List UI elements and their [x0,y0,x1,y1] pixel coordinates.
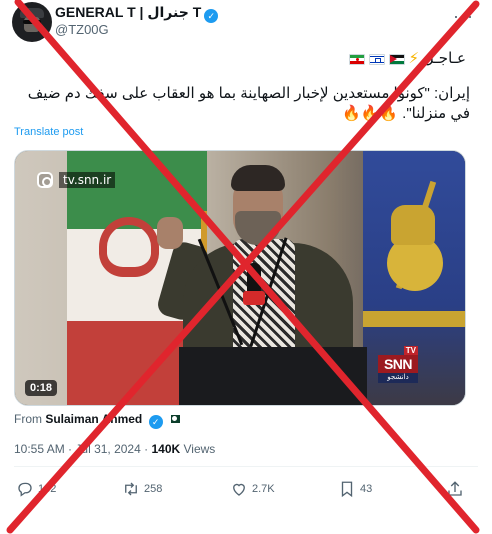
repost-count: 258 [144,483,163,495]
microphone-badge [243,291,265,305]
breaking-news-line: عـاجـل ⚡ [348,49,466,69]
tweet-header: GENERAL T | جنرال T ✓ @TZ00G ··· [0,0,492,44]
breaking-label: عـاجـل [423,50,466,67]
video-watermark: tv.snn.ir [37,170,116,190]
jordan-flag-icon [388,53,405,65]
bookmark-count: 43 [360,483,373,495]
channel-logo-tv: TV [403,346,418,355]
verified-badge-icon: ✓ [204,9,219,23]
pakistan-flag-icon [167,415,180,423]
like-button[interactable]: 2.7K [230,478,275,500]
views-count: 140K [151,442,181,456]
instagram-icon [37,172,53,188]
tweet-text: إيران: "كونوا مستعدين لإخبار الصهاينة بم… [27,85,470,122]
video-player[interactable]: tv.snn.ir TV SNN دانشجو 0:18 [14,150,466,406]
post-time[interactable]: 10:55 AM [14,442,65,456]
verified-badge-icon: ✓ [148,415,163,429]
bookmark-icon [341,481,353,498]
display-name[interactable]: GENERAL T | جنرال T ✓ [55,4,219,23]
meta-separator: · [68,442,73,456]
podium [179,347,367,405]
channel-logo-name: SNN [378,355,418,373]
attribution-name[interactable]: Sulaiman Ahmed [45,412,142,426]
translate-post-link[interactable]: Translate post [14,126,83,138]
bookmark-button[interactable]: 43 [338,478,372,500]
share-button[interactable] [446,478,464,500]
like-count: 2.7K [252,483,275,495]
action-bar: 132 258 2.7K 43 [0,478,492,500]
lightning-bolt-icon: ⚡ [408,50,420,67]
iran-flag-icon [348,53,365,65]
avatar[interactable] [12,2,52,42]
attribution-prefix: From [14,412,42,426]
watermark-text: tv.snn.ir [59,172,116,188]
reply-button[interactable]: 132 [16,478,56,500]
display-name-text[interactable]: GENERAL T | جنرال T [55,4,201,20]
repost-icon [125,482,137,496]
user-handle[interactable]: @TZ00G [55,22,109,37]
post-date[interactable]: Jul 31, 2024 [75,442,140,456]
share-icon [448,481,462,496]
reply-icon [18,482,32,497]
meta-separator: · [144,442,149,456]
channel-logo: TV SNN دانشجو [378,346,418,384]
tweet-meta: 10:55 AM · Jul 31, 2024 · 140K Views [14,442,215,456]
divider [14,466,478,467]
more-options-icon[interactable]: ··· [453,6,474,27]
heart-icon [233,483,245,496]
channel-logo-sub: دانشجو [378,373,418,383]
video-duration: 0:18 [25,380,58,396]
views-label: Views [183,442,216,456]
reply-count: 132 [38,483,57,495]
repost-button[interactable]: 258 [122,478,162,500]
media-attribution: From Sulaiman Ahmed ✓ [14,412,180,429]
israel-flag-icon [368,53,385,65]
